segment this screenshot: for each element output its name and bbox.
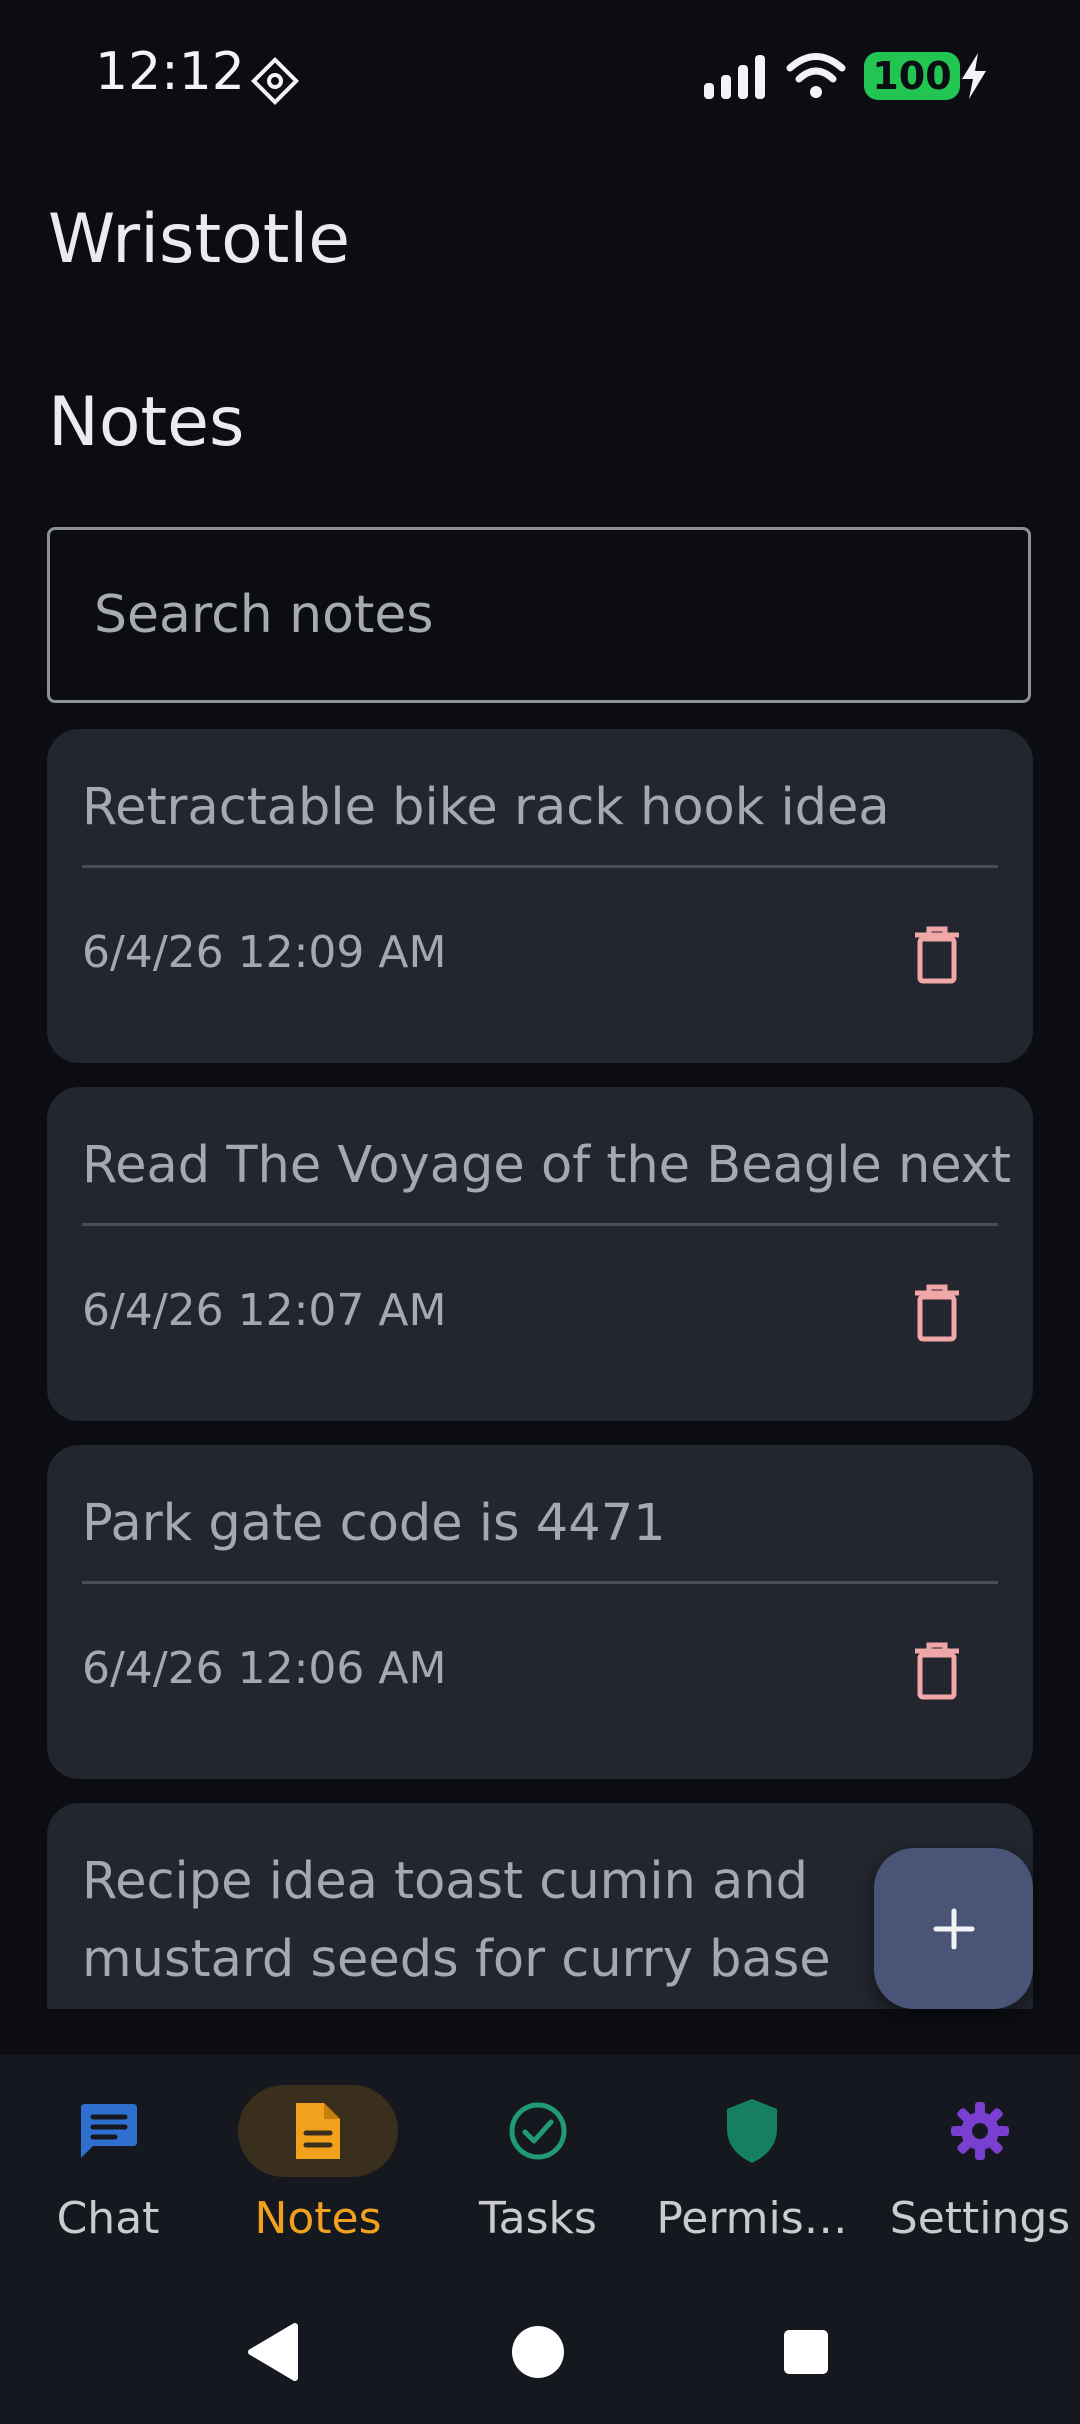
- back-button[interactable]: [233, 2312, 313, 2392]
- system-nav-bar: [0, 2280, 1080, 2424]
- status-time: 12:12: [95, 42, 245, 102]
- delete-icon[interactable]: [911, 1283, 963, 1343]
- note-text[interactable]: Park gate code is 4471: [82, 1485, 982, 1563]
- note-date: 6/4/26 12:09 AM: [82, 927, 447, 978]
- note-card[interactable]: Park gate code is 4471 6/4/26 12:06 AM: [47, 1445, 1033, 1779]
- nav-icon-container: [672, 2085, 832, 2177]
- nav-item-settings[interactable]: Settings: [872, 2055, 1080, 2280]
- home-button[interactable]: [498, 2312, 578, 2392]
- home-icon: [512, 2326, 564, 2378]
- note-date: 6/4/26 12:06 AM: [82, 1643, 447, 1694]
- nav-item-chat[interactable]: Chat: [0, 2055, 216, 2280]
- signal-icon: [704, 55, 765, 99]
- wifi-icon: [786, 53, 846, 98]
- status-bar: 12:12 100: [0, 0, 1080, 150]
- recents-button[interactable]: [766, 2312, 846, 2392]
- note-divider: [82, 1581, 998, 1584]
- battery-icon: 100: [864, 52, 960, 100]
- nav-icon-container: [900, 2085, 1060, 2177]
- bottom-nav: Chat Notes Tasks Permis… Settings: [0, 2055, 1080, 2280]
- gear-icon: [951, 2102, 1009, 2160]
- search-input[interactable]: [50, 530, 1028, 700]
- nav-item-permissions[interactable]: Permis…: [644, 2055, 860, 2280]
- search-field[interactable]: [47, 527, 1031, 703]
- notification-icon: [250, 56, 300, 106]
- charging-icon: [962, 53, 986, 99]
- chat-icon: [81, 2104, 137, 2158]
- notes-icon: [296, 2103, 340, 2159]
- note-date: 6/4/26 12:07 AM: [82, 1285, 447, 1336]
- app-title: Wristotle: [48, 200, 351, 279]
- shield-icon: [727, 2099, 777, 2163]
- plus-icon: [933, 1908, 974, 1949]
- delete-icon[interactable]: [911, 925, 963, 985]
- nav-icon-container: [28, 2085, 188, 2177]
- nav-label: Notes: [254, 2193, 382, 2244]
- nav-icon-container: [458, 2085, 618, 2177]
- status-icons: 100: [702, 48, 988, 104]
- delete-icon[interactable]: [911, 1641, 963, 1701]
- note-card[interactable]: Read The Voyage of the Beagle next 6/4/2…: [47, 1087, 1033, 1421]
- nav-label: Settings: [889, 2193, 1071, 2244]
- note-divider: [82, 865, 998, 868]
- note-card[interactable]: Retractable bike rack hook idea 6/4/26 1…: [47, 729, 1033, 1063]
- nav-item-notes[interactable]: Notes: [210, 2055, 426, 2280]
- nav-label: Tasks: [479, 2193, 597, 2244]
- tasks-icon: [509, 2102, 567, 2160]
- page-title: Notes: [48, 383, 245, 462]
- note-text[interactable]: Read The Voyage of the Beagle next: [82, 1127, 1011, 1205]
- nav-icon-container: [238, 2085, 398, 2177]
- add-note-button[interactable]: [874, 1848, 1033, 2009]
- recents-icon: [784, 2330, 828, 2374]
- note-text[interactable]: Retractable bike rack hook idea: [82, 769, 982, 847]
- note-divider: [82, 1223, 998, 1226]
- note-text[interactable]: Recipe idea toast cumin and mustard seed…: [82, 1843, 972, 1999]
- battery-level: 100: [872, 54, 952, 98]
- nav-label: Permis…: [656, 2193, 848, 2244]
- nav-item-tasks[interactable]: Tasks: [430, 2055, 646, 2280]
- notes-list[interactable]: Retractable bike rack hook idea 6/4/26 1…: [47, 729, 1033, 2009]
- nav-label: Chat: [56, 2193, 160, 2244]
- back-icon: [248, 2323, 298, 2381]
